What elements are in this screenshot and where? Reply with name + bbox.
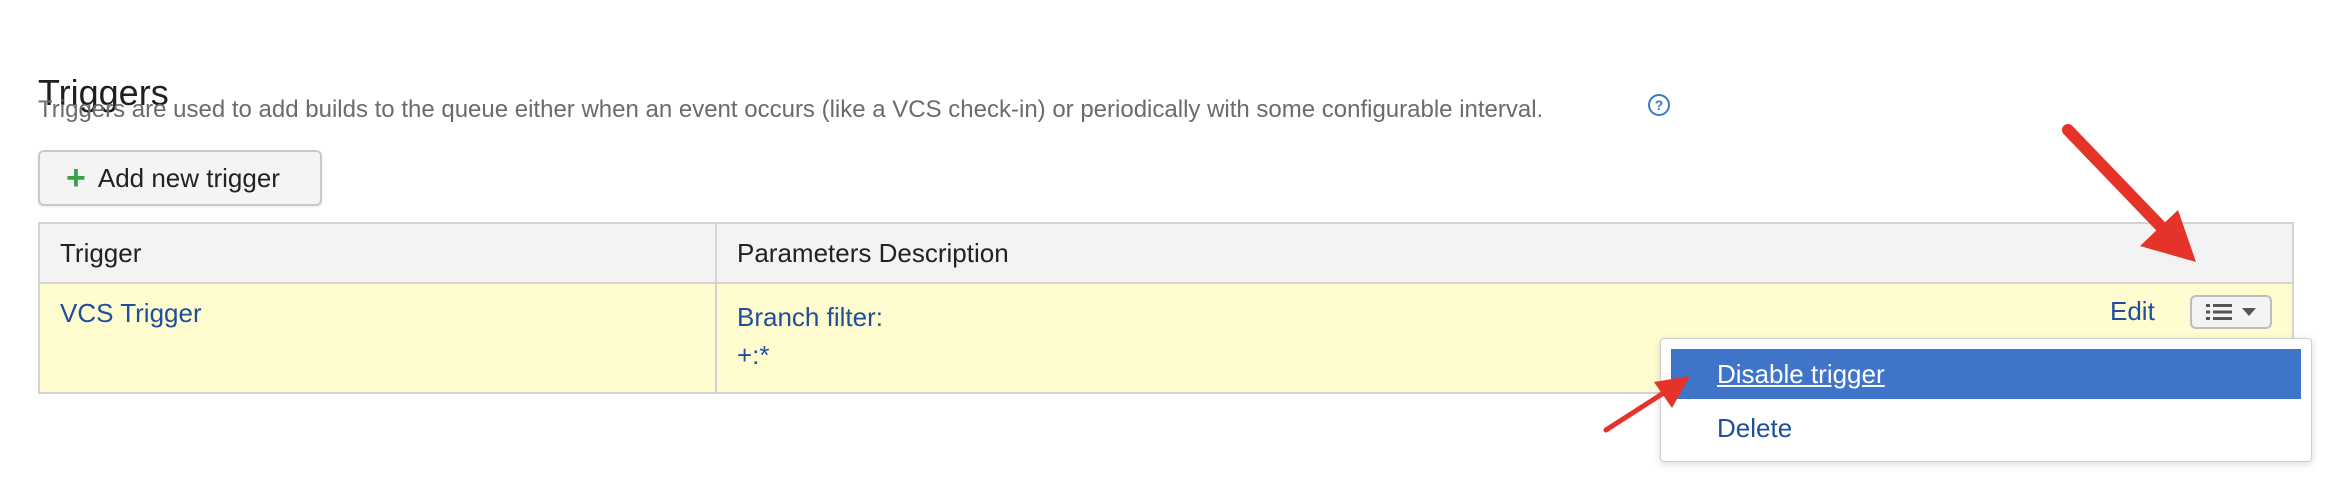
trigger-name-link[interactable]: VCS Trigger	[60, 298, 202, 328]
section-description: Triggers are used to add builds to the q…	[38, 96, 1544, 123]
edit-link[interactable]: Edit	[2110, 296, 2155, 327]
add-new-trigger-button[interactable]: + Add new trigger	[38, 150, 322, 206]
menu-item-disable-trigger[interactable]: Disable trigger	[1671, 349, 2301, 399]
actions-menu-button[interactable]	[2190, 295, 2272, 329]
table-header-row: Trigger Parameters Description	[38, 222, 2294, 284]
menu-item-delete[interactable]: Delete	[1671, 403, 2301, 453]
chevron-down-icon	[2242, 308, 2256, 316]
question-circle-icon[interactable]: ?	[1648, 94, 1670, 116]
list-icon	[2206, 304, 2232, 320]
branch-filter-label[interactable]: Branch filter:	[737, 298, 2272, 336]
plus-icon: +	[66, 159, 86, 197]
header-trigger: Trigger	[38, 222, 717, 284]
actions-dropdown-menu: Disable trigger Delete	[1660, 338, 2312, 462]
trigger-cell: VCS Trigger	[38, 282, 717, 394]
header-parameters-description: Parameters Description	[715, 222, 2294, 284]
add-new-trigger-label: Add new trigger	[97, 162, 280, 193]
